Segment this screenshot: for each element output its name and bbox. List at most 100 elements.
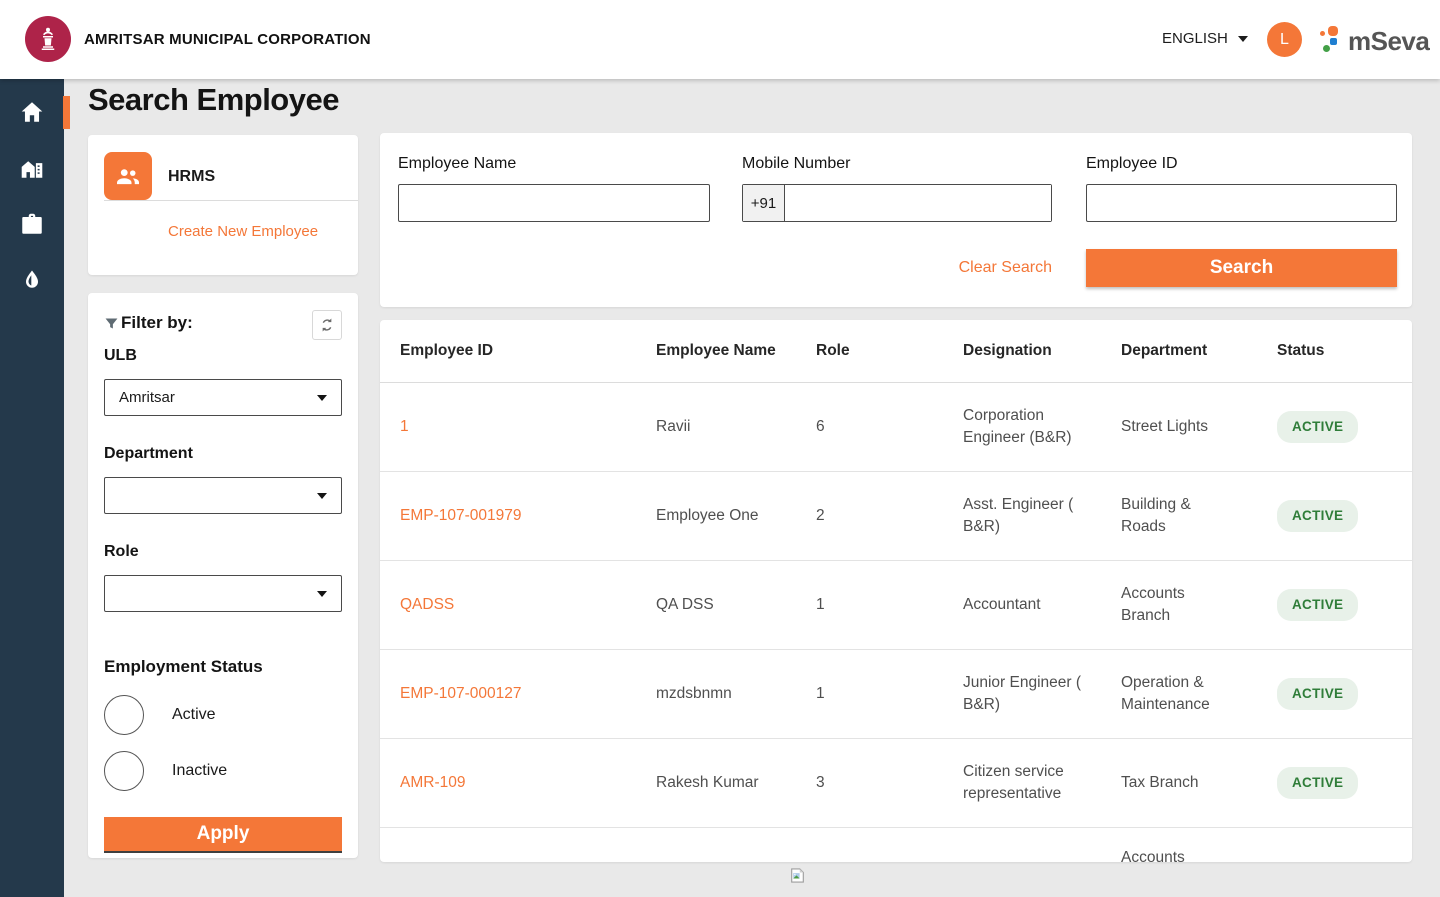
people-icon — [113, 161, 143, 191]
status-cell: ACTIVE — [1277, 678, 1412, 710]
department-cell: Accounts — [1121, 828, 1221, 862]
table-row: AMR-109 Rakesh Kumar 3 Citizen service r… — [380, 739, 1412, 828]
app-header: AMRITSAR MUNICIPAL CORPORATION ENGLISH L… — [0, 0, 1440, 79]
sidebar-item-employee[interactable] — [19, 211, 45, 237]
sidebar — [0, 79, 64, 897]
home-icon — [19, 99, 45, 125]
mseva-dots-icon — [1319, 26, 1343, 56]
department-select[interactable] — [104, 477, 342, 514]
funnel-icon — [104, 316, 119, 331]
inactive-radio[interactable] — [104, 751, 144, 791]
status-cell: ACTIVE — [1277, 589, 1412, 621]
employee-id-link[interactable]: 1 — [400, 416, 656, 438]
language-label: ENGLISH — [1162, 30, 1228, 47]
employee-name-cell: Employee One — [656, 505, 816, 527]
status-badge: ACTIVE — [1277, 411, 1358, 443]
active-radio-label: Active — [172, 706, 216, 724]
filter-panel: Filter by: ULB Amritsar Department Role … — [88, 293, 358, 858]
table-row: EMP-107-000127 mzdsbnmn 1 Junior Enginee… — [380, 650, 1412, 739]
designation-cell: Asst. Engineer ( B&R) — [963, 494, 1083, 538]
ulb-select-value: Amritsar — [119, 389, 175, 406]
user-avatar[interactable]: L — [1267, 22, 1302, 57]
org-name: AMRITSAR MUNICIPAL CORPORATION — [84, 31, 371, 48]
role-select[interactable] — [104, 575, 342, 612]
col-header-status: Status — [1277, 342, 1412, 360]
water-drop-icon — [20, 268, 44, 292]
role-cell: 2 — [816, 505, 963, 527]
apply-button[interactable]: Apply — [104, 817, 342, 853]
employment-status-label: Employment Status — [104, 657, 263, 677]
inactive-radio-label: Inactive — [172, 762, 227, 780]
role-cell: 6 — [816, 416, 963, 438]
table-header-row: Employee ID Employee Name Role Designati… — [380, 320, 1412, 383]
mobile-number-group: +91 — [742, 184, 1052, 222]
active-radio-row: Active — [104, 695, 216, 735]
sidebar-item-city[interactable] — [19, 155, 45, 181]
department-cell: Street Lights — [1121, 416, 1221, 438]
hrms-module-tile[interactable] — [104, 152, 152, 200]
department-cell: Tax Branch — [1121, 772, 1221, 794]
chevron-down-icon — [317, 591, 327, 597]
employee-id-label: Employee ID — [1086, 155, 1178, 173]
create-new-employee-link[interactable]: Create New Employee — [168, 223, 318, 240]
designation-cell: Citizen service representative — [963, 761, 1083, 805]
search-form: Employee Name Mobile Number +91 Employee… — [380, 133, 1412, 307]
designation-cell: Accountant — [963, 594, 1083, 616]
mobile-prefix: +91 — [743, 185, 785, 221]
clear-search-link[interactable]: Clear Search — [940, 259, 1052, 277]
ulb-select[interactable]: Amritsar — [104, 379, 342, 416]
filter-title: Filter by: — [104, 313, 193, 333]
employee-name-cell: Ravii — [656, 416, 816, 438]
table-row: 1 Ravii 6 Corporation Engineer (B&R) Str… — [380, 383, 1412, 472]
department-cell: Accounts Branch — [1121, 583, 1221, 627]
employee-id-link[interactable]: QADSS — [400, 594, 656, 616]
employee-id-input[interactable] — [1086, 184, 1397, 222]
mseva-logo: mSeva — [1319, 24, 1429, 58]
divider — [104, 200, 358, 201]
designation-cell: Junior Engineer ( B&R) — [963, 672, 1083, 716]
active-radio[interactable] — [104, 695, 144, 735]
page-title: Search Employee — [88, 82, 339, 118]
department-cell: Operation & Maintenance — [1121, 672, 1221, 716]
chevron-down-icon — [317, 493, 327, 499]
status-cell: ACTIVE — [1277, 411, 1412, 443]
refresh-icon — [319, 317, 335, 333]
status-cell: ACTIVE — [1277, 500, 1412, 532]
sidebar-item-water[interactable] — [19, 267, 45, 293]
hrms-module-card: HRMS Create New Employee — [88, 135, 358, 275]
inactive-radio-row: Inactive — [104, 751, 227, 791]
emblem-icon — [33, 24, 63, 54]
status-badge: ACTIVE — [1277, 767, 1358, 799]
role-cell: 1 — [816, 683, 963, 705]
employee-name-label: Employee Name — [398, 155, 516, 173]
col-header-employee-name: Employee Name — [656, 342, 816, 360]
sidebar-item-home[interactable] — [19, 99, 45, 125]
employee-id-link[interactable]: EMP-107-001979 — [400, 505, 656, 527]
role-label: Role — [104, 543, 139, 561]
col-header-department: Department — [1121, 342, 1221, 360]
search-button[interactable]: Search — [1086, 249, 1397, 287]
mobile-number-label: Mobile Number — [742, 155, 850, 173]
municipal-emblem-logo — [25, 16, 71, 62]
results-table: Employee ID Employee Name Role Designati… — [380, 320, 1412, 862]
employee-name-cell: mzdsbnmn — [656, 683, 816, 705]
module-title: HRMS — [168, 168, 215, 186]
role-cell: 3 — [816, 772, 963, 794]
reset-filter-button[interactable] — [312, 310, 342, 340]
status-badge: ACTIVE — [1277, 500, 1358, 532]
table-row-partial: Accounts — [380, 828, 1412, 862]
chevron-down-icon — [1238, 36, 1248, 42]
table-row: QADSS QA DSS 1 Accountant Accounts Branc… — [380, 561, 1412, 650]
employee-name-cell: QA DSS — [656, 594, 816, 616]
status-badge: ACTIVE — [1277, 678, 1358, 710]
employee-id-link[interactable]: AMR-109 — [400, 772, 656, 794]
role-cell: 1 — [816, 594, 963, 616]
ulb-label: ULB — [104, 347, 137, 365]
mobile-number-input[interactable] — [785, 185, 1051, 221]
language-selector[interactable]: ENGLISH — [1162, 30, 1248, 47]
employee-id-link[interactable]: EMP-107-000127 — [400, 683, 656, 705]
employee-name-input[interactable] — [398, 184, 710, 222]
employee-name-cell: Rakesh Kumar — [656, 772, 816, 794]
status-badge: ACTIVE — [1277, 589, 1358, 621]
status-cell: ACTIVE — [1277, 767, 1412, 799]
